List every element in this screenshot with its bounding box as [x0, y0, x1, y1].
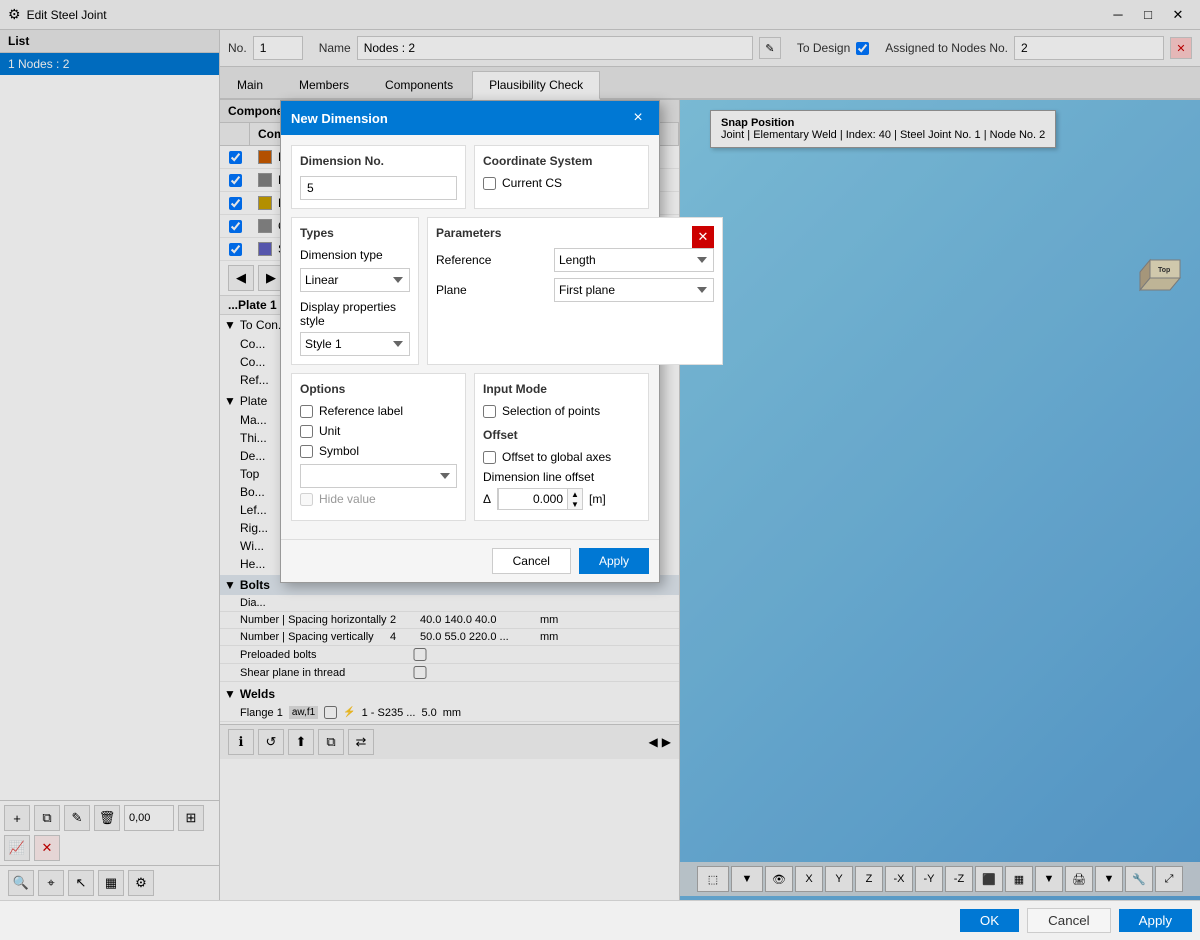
dim-line-offset-label: Dimension line offset Δ ▲ ▼	[483, 470, 640, 510]
modal-overlay: New Dimension × Dimension No. 5 Coordina…	[0, 0, 1200, 900]
delta-symbol: Δ	[483, 492, 491, 506]
plane-label: Plane	[436, 283, 546, 297]
options-select[interactable]	[300, 464, 457, 488]
display-style-select[interactable]: Style 1 Style 2	[300, 332, 410, 356]
sel-points-label: Selection of points	[502, 404, 600, 418]
reference-label: Reference	[436, 253, 546, 267]
hide-value-checkbox[interactable]	[300, 493, 313, 506]
ok-button[interactable]: OK	[960, 909, 1019, 932]
ref-label-label: Reference label	[319, 404, 403, 418]
plane-select[interactable]: First plane Second plane Third plane	[554, 278, 714, 302]
stepper-down[interactable]: ▼	[568, 499, 582, 509]
stepper-up[interactable]: ▲	[568, 489, 582, 499]
offset-global-checkbox[interactable]	[483, 451, 496, 464]
modal-title: New Dimension	[291, 111, 388, 126]
cancel-button[interactable]: Cancel	[1027, 908, 1111, 933]
reference-select[interactable]: Length Width Height	[554, 248, 714, 272]
params-delete-button[interactable]: ✕	[692, 226, 714, 248]
dim-type-label: Dimension type	[300, 248, 410, 262]
modal-close-button[interactable]: ×	[627, 107, 649, 129]
symbol-label: Symbol	[319, 444, 359, 458]
dim-offset-input[interactable]	[498, 488, 568, 510]
offset-label: Offset	[483, 428, 640, 442]
dim-offset-stepper[interactable]: ▲ ▼	[497, 488, 583, 510]
types-label: Types	[300, 226, 410, 240]
modal-cancel-button[interactable]: Cancel	[492, 548, 571, 574]
current-cs-label: Current CS	[502, 176, 562, 190]
ref-label-checkbox[interactable]	[300, 405, 313, 418]
hide-value-label: Hide value	[319, 492, 376, 506]
dim-no-label: Dimension No.	[300, 154, 457, 168]
unit-display: [m]	[589, 492, 606, 506]
new-dimension-modal: New Dimension × Dimension No. 5 Coordina…	[280, 100, 660, 583]
sel-points-checkbox[interactable]	[483, 405, 496, 418]
display-style-label: Display properties style	[300, 300, 396, 328]
coord-system-label: Coordinate System	[483, 154, 640, 168]
current-cs-checkbox[interactable]	[483, 177, 496, 190]
dim-no-input[interactable]: 5	[300, 176, 457, 200]
modal-footer: Cancel Apply	[281, 539, 659, 582]
params-label: Parameters	[436, 226, 501, 240]
unit-label: Unit	[319, 424, 340, 438]
modal-apply-button[interactable]: Apply	[579, 548, 649, 574]
unit-checkbox[interactable]	[300, 425, 313, 438]
input-mode-label: Input Mode	[483, 382, 640, 396]
status-bar: OK Cancel Apply	[0, 900, 1200, 940]
apply-button[interactable]: Apply	[1119, 909, 1192, 932]
options-label: Options	[300, 382, 457, 396]
modal-title-bar: New Dimension ×	[281, 101, 659, 135]
dim-type-select[interactable]: Linear Angular Radial	[300, 268, 410, 292]
offset-global-label: Offset to global axes	[502, 450, 611, 464]
symbol-checkbox[interactable]	[300, 445, 313, 458]
